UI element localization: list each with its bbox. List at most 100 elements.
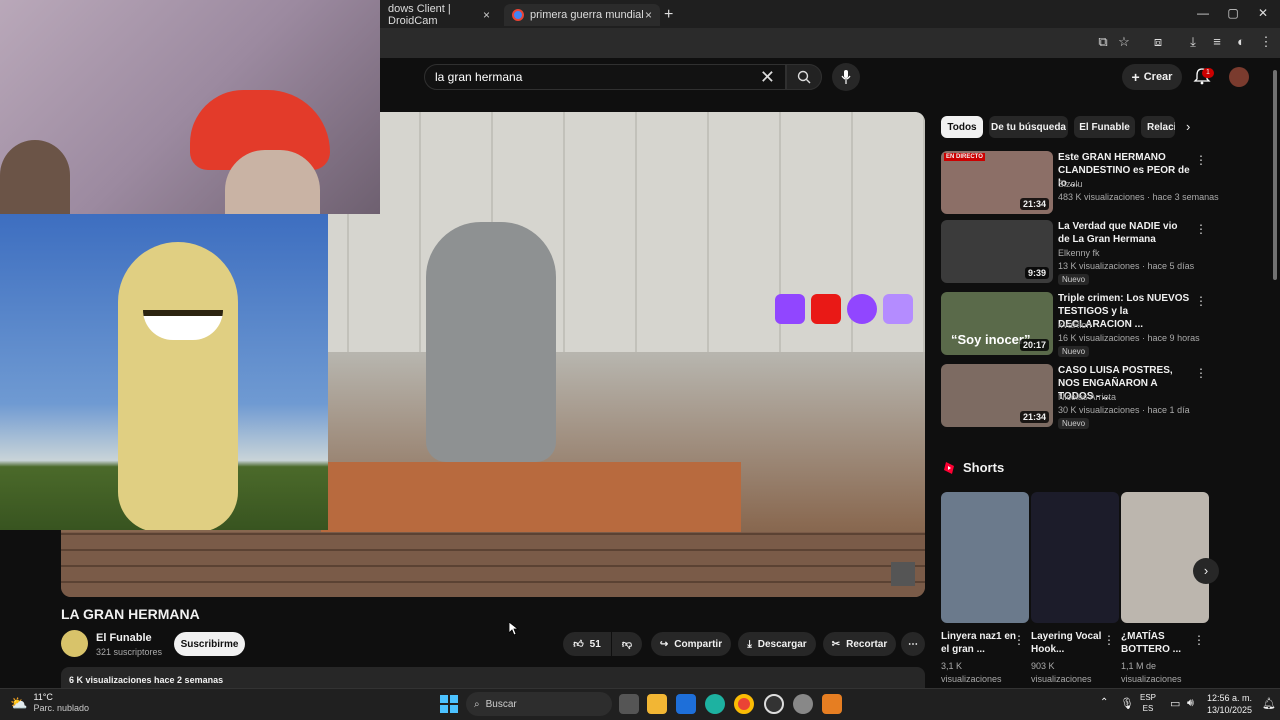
network-icon[interactable]: ▭ <box>1170 697 1180 710</box>
recommended-video[interactable]: EN DIRECTO 21:34 Este GRAN HERMANO CLAND… <box>941 151 1219 219</box>
download-button[interactable]: ⤓ Descargar <box>738 632 816 656</box>
subscribe-button[interactable]: Suscribirme <box>174 632 245 656</box>
star-icon <box>847 294 877 324</box>
file-explorer-icon[interactable] <box>647 694 667 714</box>
tab-label: dows Client | DroidCam <box>388 3 451 27</box>
app-icon[interactable] <box>764 694 784 714</box>
video-title[interactable]: La Verdad que NADIE vio de La Gran Herma… <box>1058 220 1190 246</box>
short-thumbnail[interactable] <box>1121 492 1209 623</box>
taskbar-clock[interactable]: 12:56 a. m. 13/10/2025 <box>1206 692 1252 716</box>
more-icon[interactable]: ⋮ <box>1195 294 1207 308</box>
short-thumbnail[interactable] <box>941 492 1029 623</box>
shorts-icon <box>944 461 954 474</box>
menu-icon[interactable]: ⋮ <box>1258 34 1274 50</box>
gift-icon <box>883 294 913 324</box>
channel-name[interactable]: Nicolas Arrieta <box>1058 392 1116 402</box>
task-view-icon[interactable] <box>619 694 639 714</box>
notifications-center-icon[interactable]: 🔔︎ <box>1262 697 1276 710</box>
more-icon[interactable]: ⋮ <box>1195 366 1207 380</box>
video-thumbnail[interactable]: EN DIRECTO 21:34 <box>941 151 1053 214</box>
bookmark-star-icon[interactable]: ☆ <box>1116 34 1132 50</box>
video-thumbnail[interactable]: “Soy inocer” 20:17 <box>941 292 1053 355</box>
cast-icon[interactable]: ⧉ <box>1095 34 1111 50</box>
language-indicator[interactable]: ESP ES <box>1140 692 1156 714</box>
download-icon[interactable]: ⤓ <box>1185 34 1201 50</box>
account-avatar[interactable] <box>1229 67 1249 87</box>
search-input[interactable]: la gran hermana ✕ <box>424 64 786 90</box>
start-windows-icon[interactable] <box>440 695 458 713</box>
more-icon[interactable]: ⋮ <box>1103 633 1115 647</box>
close-window-button[interactable]: ✕ <box>1248 6 1278 20</box>
new-badge: Nuevo <box>1058 346 1090 357</box>
description-box[interactable]: 6 K visualizaciones hace 2 semanas <box>61 667 925 689</box>
more-icon[interactable]: ⋮ <box>1195 222 1207 236</box>
language-code: ESP <box>1140 693 1157 702</box>
dislike-button[interactable]: 👎︎ <box>612 632 642 656</box>
recommended-video[interactable]: 21:34 CASO LUISA POSTRES, NOS ENGAÑARON … <box>941 364 1209 432</box>
clip-button[interactable]: ✂ Recortar <box>823 632 896 656</box>
channel-avatar[interactable] <box>61 630 88 657</box>
media-icon[interactable]: ≡ <box>1209 34 1225 50</box>
duration: 21:34 <box>1019 198 1049 210</box>
minimize-button[interactable]: — <box>1188 6 1218 20</box>
duration: 9:39 <box>1024 267 1049 279</box>
chip-relacionados[interactable]: Relaci <box>1141 116 1175 138</box>
tab-search[interactable]: primera guerra mundial inicio - × <box>504 4 660 26</box>
short-views: 1,1 M de visualizaciones <box>1121 661 1182 684</box>
video-thumbnail[interactable]: 21:34 <box>941 364 1053 427</box>
short-title[interactable]: Layering Vocal Hook... <box>1031 630 1109 656</box>
new-tab-button[interactable]: + <box>664 6 673 24</box>
tab-close-icon[interactable]: × <box>483 8 490 22</box>
taskbar-search[interactable]: ⌕ Buscar <box>466 692 612 716</box>
search-button[interactable] <box>786 64 822 90</box>
download-label: Descargar <box>757 638 807 650</box>
video-corner-icon <box>891 562 915 586</box>
video-thumbnail[interactable]: 9:39 <box>941 220 1053 283</box>
video-frame-person <box>426 222 556 462</box>
shorts-next-button[interactable]: › <box>1193 558 1219 584</box>
more-icon[interactable]: ⋮ <box>1193 633 1205 647</box>
clip-label: Recortar <box>846 638 888 650</box>
edge-icon[interactable] <box>705 694 725 714</box>
channel-name[interactable]: El Funable <box>96 632 152 644</box>
more-actions-button[interactable]: ⋯ <box>901 632 925 656</box>
chip-todos[interactable]: Todos <box>941 116 983 138</box>
webcam-person-left <box>0 140 70 214</box>
tab-close-icon[interactable]: × <box>645 8 652 22</box>
short-title[interactable]: ¿MATÍAS BOTTERO ... <box>1121 630 1199 656</box>
recommended-video[interactable]: 9:39 La Verdad que NADIE vio de La Gran … <box>941 220 1209 288</box>
settings-icon[interactable] <box>793 694 813 714</box>
like-button[interactable]: 👍︎ 51 <box>563 632 611 656</box>
extensions-icon[interactable]: ⧈ <box>1150 34 1166 50</box>
profile-icon[interactable]: ◐ <box>1233 34 1249 50</box>
more-icon[interactable]: ⋮ <box>1013 633 1025 647</box>
weather-desc: Parc. nublado <box>33 703 89 713</box>
chips-next-icon[interactable]: › <box>1186 119 1190 134</box>
fl-studio-icon[interactable] <box>822 694 842 714</box>
channel-name[interactable]: Sizelu <box>1058 179 1083 189</box>
scrollbar-thumb[interactable] <box>1273 70 1277 280</box>
tab-droidcam[interactable]: dows Client | DroidCam × <box>380 3 498 27</box>
chrome-icon[interactable] <box>734 694 754 714</box>
volume-icon[interactable]: 🔊︎ <box>1187 697 1194 710</box>
weather-widget[interactable]: ⛅ 11°C Parc. nublado <box>10 692 89 714</box>
voice-search-button[interactable] <box>832 63 860 91</box>
chip-de-tu-busqueda[interactable]: De tu búsqueda <box>989 116 1068 138</box>
share-button[interactable]: ↪ Compartir <box>651 632 731 656</box>
chip-el-funable[interactable]: El Funable <box>1074 116 1135 138</box>
tray-expand-icon[interactable]: ⌃ <box>1100 697 1108 708</box>
share-icon: ↪ <box>659 638 669 650</box>
create-button[interactable]: + Crear <box>1122 64 1182 90</box>
more-icon[interactable]: ⋮ <box>1195 153 1207 167</box>
tab-label: primera guerra mundial inicio - <box>530 9 645 21</box>
share-label: Compartir <box>674 638 723 650</box>
short-thumbnail[interactable] <box>1031 492 1119 623</box>
channel-name[interactable]: xVaRion <box>1058 320 1091 330</box>
recommended-video[interactable]: “Soy inocer” 20:17 Triple crimen: Los NU… <box>941 292 1209 360</box>
clear-search-icon[interactable]: ✕ <box>760 67 775 88</box>
channel-name[interactable]: Elkenny fk <box>1058 248 1100 258</box>
maximize-button[interactable]: ▢ <box>1218 6 1248 20</box>
short-title[interactable]: Linyera naz1 en el gran ... <box>941 630 1019 656</box>
store-icon[interactable] <box>676 694 696 714</box>
tray-mic-icon[interactable]: 🎙︎ <box>1120 697 1134 710</box>
